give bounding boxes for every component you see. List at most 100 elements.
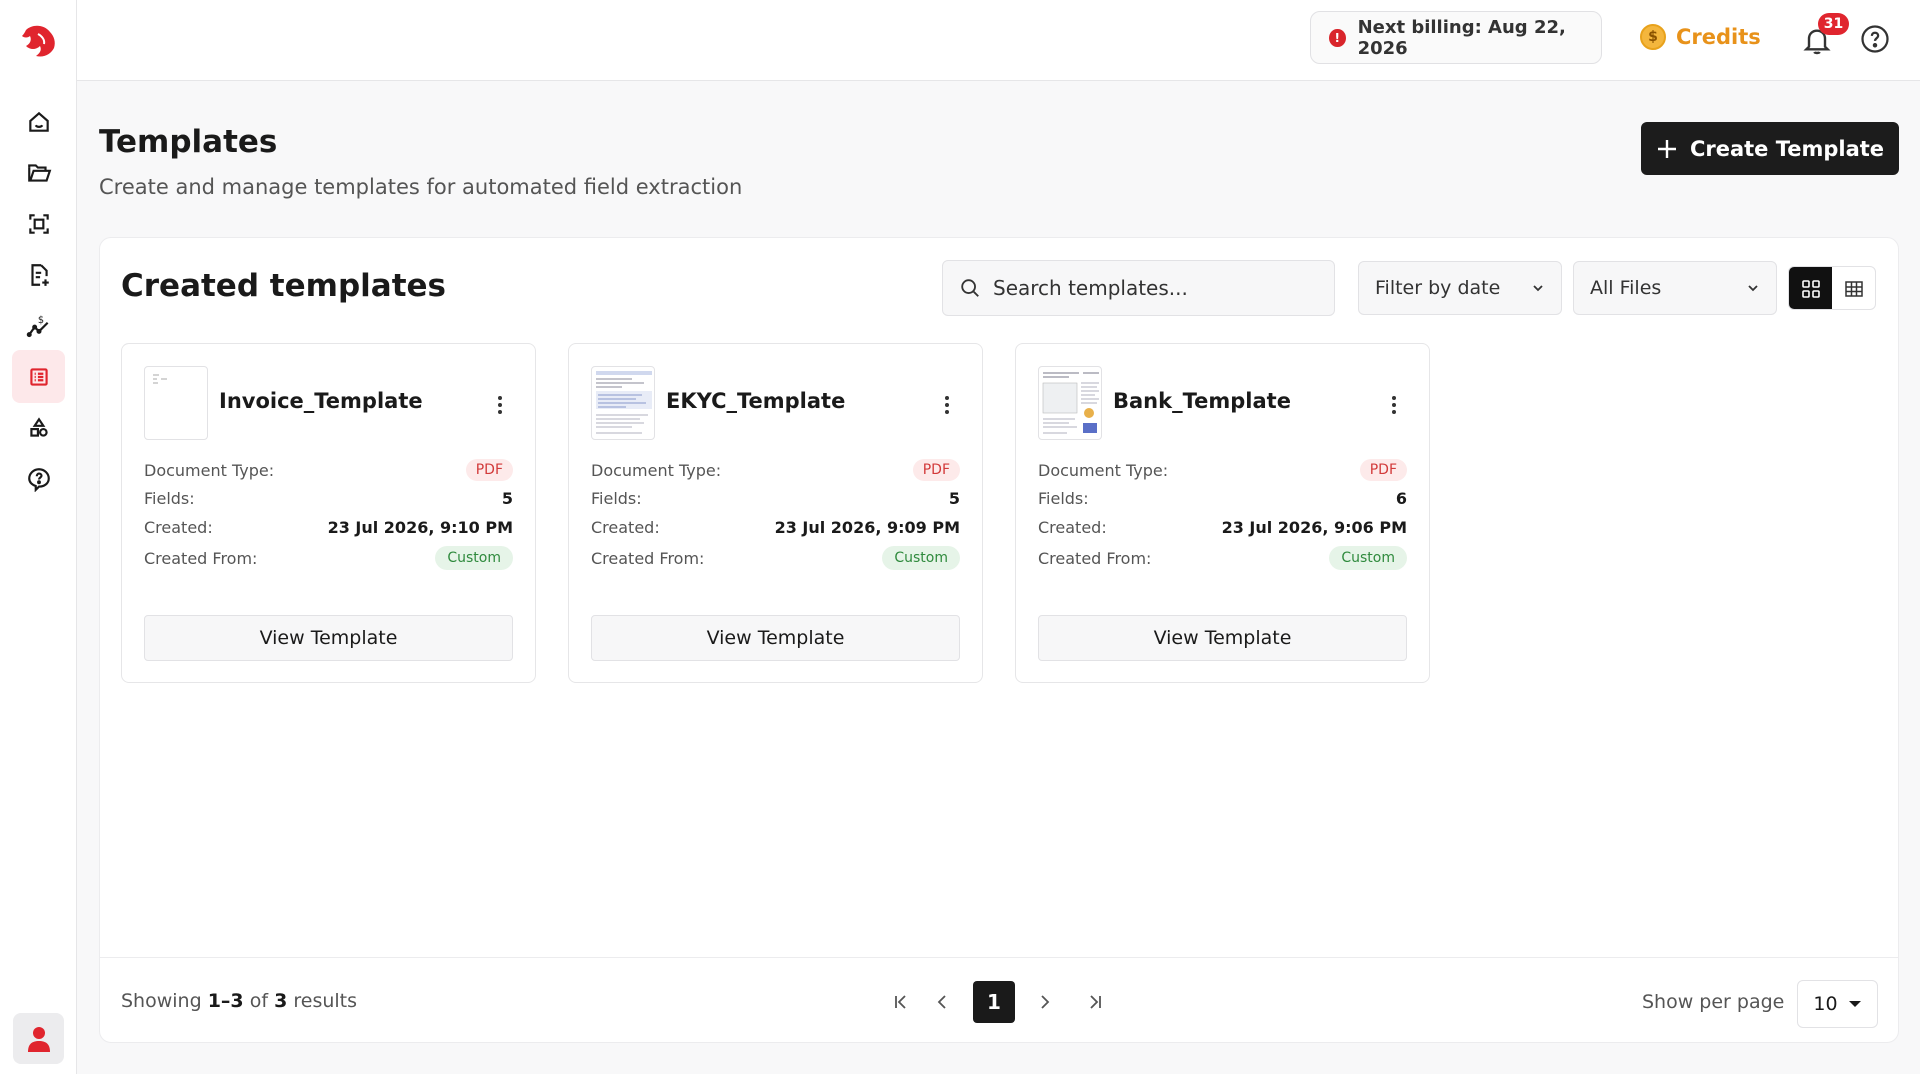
document-type-row: Document Type: PDF [144,459,513,481]
next-page-button[interactable] [1023,981,1065,1023]
search-input[interactable] [993,276,1313,300]
filter-by-date-label: Filter by date [1375,277,1501,299]
previous-page-button[interactable] [922,981,964,1023]
showing-prefix: Showing [121,990,202,1012]
grid-icon [1801,280,1820,298]
sidebar: $ [0,0,77,1074]
sidebar-item-help[interactable] [12,452,65,505]
per-page-value: 10 [1813,993,1838,1015]
billing-notice[interactable]: ! Next billing: Aug 22, 2026 [1310,11,1602,64]
coin-icon: $ [1640,24,1666,50]
folder-icon [27,163,51,182]
created-label: Created: [591,518,660,537]
page-title: Templates [99,124,278,160]
page-1-button[interactable]: 1 [973,981,1015,1023]
table-view-button[interactable] [1832,267,1875,309]
template-name: EKYC_Template [666,389,846,413]
file-type-dropdown[interactable]: All Files [1573,261,1777,315]
templates-panel: Created templates Filter by date All Fil… [99,237,1899,1043]
document-type-badge: PDF [465,459,513,481]
fields-value: 5 [948,489,960,508]
table-icon [1844,281,1863,297]
credits-button[interactable]: $ Credits [1640,24,1761,50]
created-from-badge: Custom [435,546,513,570]
scan-icon [28,213,49,234]
created-from-badge: Custom [1329,546,1407,570]
template-thumbnail [1038,366,1102,440]
view-template-button[interactable]: View Template [144,615,513,661]
created-from-label: Created From: [1038,548,1152,568]
caret-down-icon [1848,1001,1861,1007]
billing-text: Next billing: Aug 22, 2026 [1357,16,1566,59]
created-label: Created: [144,518,213,537]
per-page-label: Show per page [1642,991,1785,1013]
document-type-label: Document Type: [591,460,722,480]
created-value: 23 Jul 2026, 9:10 PM [327,518,513,537]
sidebar-item-files[interactable] [12,146,65,199]
results-total: 3 [274,990,288,1012]
view-template-button[interactable]: View Template [591,615,960,661]
alert-icon: ! [1329,28,1346,47]
page-subtitle: Create and manage templates for automate… [99,175,743,199]
per-page-select[interactable]: 10 [1797,980,1878,1028]
brand-logo-icon[interactable] [18,20,60,62]
fields-row: Fields: 6 [1038,489,1407,508]
last-page-button[interactable] [1074,981,1116,1023]
created-row: Created: 23 Jul 2026, 9:06 PM [1038,518,1407,537]
fields-row: Fields: 5 [144,489,513,508]
help-icon [27,467,50,492]
grid-view-button[interactable] [1789,267,1832,309]
template-card: EKYC_Template Document Type: PDF Fields: 5… [568,343,983,683]
results-summary: Showing 1–3 of 3 results [121,990,357,1012]
credits-label: Credits [1676,25,1761,49]
document-type-label: Document Type: [144,460,275,480]
template-thumbnail [591,366,655,440]
created-from-label: Created From: [591,548,705,568]
results-range: 1–3 [207,990,244,1012]
template-thumbnail [144,366,208,440]
template-card: Invoice_Template Document Type: PDF Field… [121,343,536,683]
created-from-row: Created From: Custom [591,546,960,570]
last-page-icon [1090,995,1101,1009]
results-suffix: results [293,990,358,1012]
created-from-badge: Custom [882,546,960,570]
file-type-label: All Files [1590,277,1662,299]
help-circle-icon[interactable] [1860,24,1890,54]
view-template-button[interactable]: View Template [1038,615,1407,661]
template-name: Bank_Template [1113,389,1291,413]
document-type-badge: PDF [912,459,960,481]
templates-icon [29,367,48,386]
create-template-label: Create Template [1689,136,1885,161]
sidebar-item-scan[interactable] [12,197,65,250]
chevron-down-icon [1533,285,1543,292]
fields-label: Fields: [1038,489,1089,508]
sidebar-item-billing[interactable]: $ [12,299,65,352]
created-row: Created: 23 Jul 2026, 9:09 PM [591,518,960,537]
user-avatar[interactable] [13,1013,64,1064]
search-box[interactable] [942,260,1335,316]
panel-title: Created templates [121,268,446,304]
created-from-row: Created From: Custom [144,546,513,570]
create-template-button[interactable]: Create Template [1641,122,1899,175]
sidebar-item-integrations[interactable] [12,401,65,454]
created-row: Created: 23 Jul 2026, 9:10 PM [144,518,513,537]
fields-label: Fields: [591,489,642,508]
sidebar-item-templates[interactable] [12,350,65,403]
more-options-icon[interactable] [1387,394,1401,416]
first-page-button[interactable] [880,981,922,1023]
created-label: Created: [1038,518,1107,537]
document-type-row: Document Type: PDF [1038,459,1407,481]
fields-row: Fields: 5 [591,489,960,508]
document-type-row: Document Type: PDF [591,459,960,481]
cost-chart-icon: $ [26,314,48,337]
sidebar-item-documents[interactable] [12,248,65,301]
template-card: Bank_Template Document Type: PDF Fields: 6… [1015,343,1430,683]
filter-by-date-dropdown[interactable]: Filter by date [1358,261,1562,315]
document-add-icon [30,263,49,286]
more-options-icon[interactable] [940,394,954,416]
svg-text:$: $ [37,314,43,325]
more-options-icon[interactable] [493,394,507,416]
shapes-icon [29,416,48,437]
chevron-down-icon [1748,285,1758,292]
sidebar-item-home[interactable] [12,95,65,148]
